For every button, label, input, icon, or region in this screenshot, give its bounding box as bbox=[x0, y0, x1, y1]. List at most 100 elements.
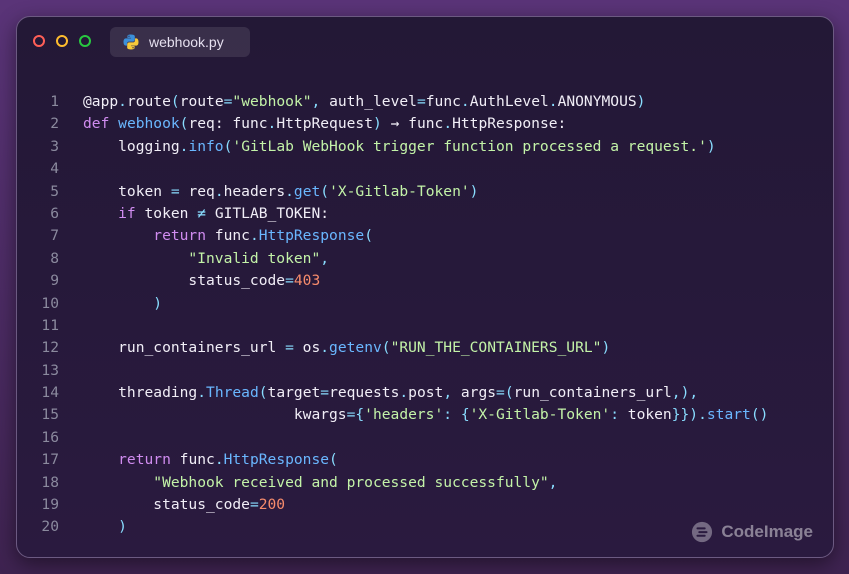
code-token: ( bbox=[320, 182, 330, 200]
code-token: ) bbox=[601, 339, 611, 357]
code-token: func bbox=[425, 93, 461, 110]
code-token: HttpResponse bbox=[223, 451, 330, 469]
maximize-window-button[interactable] bbox=[79, 35, 91, 47]
code-token: . bbox=[249, 227, 259, 245]
line-source: @app.route(route="webhook", auth_level=f… bbox=[59, 91, 645, 113]
code-token: 'X-Gitlab-Token' bbox=[329, 182, 470, 200]
code-token: "RUN_THE_CONTAINERS_URL" bbox=[390, 339, 602, 357]
code-editor[interactable]: 1 @app.route(route="webhook", auth_level=… bbox=[17, 91, 833, 539]
line-number: 20 bbox=[41, 518, 59, 536]
code-token: , bbox=[320, 249, 330, 267]
code-token: ( bbox=[381, 339, 391, 357]
code-token: = bbox=[285, 339, 303, 357]
line-source: "Invalid token", bbox=[59, 248, 329, 270]
code-token: = bbox=[249, 496, 259, 514]
code-line: 9 status_code=403 bbox=[17, 270, 833, 292]
code-token: . bbox=[197, 384, 207, 402]
line-number: 2 bbox=[50, 115, 59, 133]
code-token: def bbox=[83, 115, 119, 133]
code-token: "Webhook received and processed successf… bbox=[83, 473, 549, 491]
code-token: AuthLevel bbox=[469, 93, 549, 110]
code-token: () bbox=[750, 406, 769, 424]
line-number: 11 bbox=[41, 316, 59, 334]
line-number: 19 bbox=[41, 496, 59, 514]
code-token: Thread bbox=[206, 384, 259, 402]
code-token: "Invalid token" bbox=[83, 249, 321, 267]
code-window: webhook.py 1 @app.route(route="webhook", … bbox=[16, 16, 834, 558]
code-token: webhook bbox=[118, 115, 180, 133]
line-number: 12 bbox=[41, 339, 59, 357]
line-number: 5 bbox=[50, 182, 59, 200]
code-line: 14 threading.Thread(target=requests.post… bbox=[17, 382, 833, 404]
line-source: if token ≠ GITLAB_TOKEN: bbox=[59, 203, 329, 225]
line-number: 16 bbox=[41, 428, 59, 446]
code-token: , bbox=[548, 473, 558, 491]
line-source: token = req.headers.get('X-Gitlab-Token'… bbox=[59, 181, 478, 203]
line-number: 8 bbox=[50, 249, 59, 267]
file-tab[interactable]: webhook.py bbox=[110, 27, 250, 57]
code-token: . bbox=[460, 93, 470, 110]
code-token: HttpRequest bbox=[276, 115, 373, 133]
code-line: 6 if token ≠ GITLAB_TOKEN: bbox=[17, 203, 833, 225]
code-token: ) bbox=[373, 115, 382, 133]
code-token: if bbox=[83, 204, 145, 222]
code-token: threading bbox=[83, 384, 198, 402]
line-source: run_containers_url = os.getenv("RUN_THE_… bbox=[59, 337, 610, 359]
code-token: . bbox=[320, 339, 330, 357]
line-number: 7 bbox=[50, 227, 59, 245]
code-token: return bbox=[83, 451, 180, 469]
background: webhook.py 1 @app.route(route="webhook", … bbox=[0, 0, 849, 574]
close-window-button[interactable] bbox=[33, 35, 45, 47]
code-token: requests bbox=[329, 384, 400, 402]
line-source: ) bbox=[59, 293, 162, 315]
code-token: . bbox=[118, 93, 127, 110]
code-line: 19 status_code=200 bbox=[17, 494, 833, 516]
code-line: 5 token = req.headers.get('X-Gitlab-Toke… bbox=[17, 181, 833, 203]
code-token: = bbox=[320, 384, 330, 402]
code-token: func bbox=[214, 227, 250, 245]
code-token: ) bbox=[636, 93, 646, 110]
code-token: . bbox=[443, 115, 453, 133]
code-token: auth_level bbox=[329, 93, 417, 110]
code-token: ( bbox=[364, 227, 373, 245]
code-token: token bbox=[83, 182, 171, 200]
code-token: func bbox=[179, 451, 215, 469]
code-token: = bbox=[416, 93, 426, 110]
code-token: @app bbox=[83, 93, 119, 110]
code-token: token bbox=[627, 406, 672, 424]
code-line: 7 return func.HttpResponse( bbox=[17, 225, 833, 247]
code-token: HttpResponse bbox=[258, 227, 365, 245]
line-number: 1 bbox=[50, 93, 59, 110]
code-token: headers bbox=[223, 182, 286, 200]
code-token: status_code bbox=[83, 272, 286, 290]
code-line: 1 @app.route(route="webhook", auth_level=… bbox=[17, 91, 833, 113]
code-token: token bbox=[144, 204, 198, 222]
minimize-window-button[interactable] bbox=[56, 35, 68, 47]
code-line: 13 bbox=[17, 360, 833, 382]
code-token: logging bbox=[83, 137, 180, 155]
code-token: os bbox=[302, 339, 321, 357]
code-token: req: func bbox=[188, 115, 268, 133]
code-token: ) bbox=[83, 294, 163, 312]
code-token: status_code bbox=[83, 496, 250, 514]
code-token: HttpResponse: bbox=[452, 115, 567, 133]
code-token: ,), bbox=[671, 384, 699, 402]
code-token: post bbox=[408, 384, 444, 402]
line-number: 3 bbox=[50, 137, 59, 155]
code-token: route bbox=[126, 93, 171, 110]
python-icon bbox=[123, 34, 139, 50]
titlebar: webhook.py bbox=[17, 17, 833, 69]
code-token: run_containers_url bbox=[513, 384, 672, 402]
code-token: ) bbox=[83, 518, 127, 536]
code-line: 2 def webhook(req: func.HttpRequest) → fu… bbox=[17, 113, 833, 135]
code-token: "webhook" bbox=[232, 93, 312, 110]
code-token: : bbox=[610, 406, 628, 424]
code-token: start bbox=[706, 406, 751, 424]
code-line: 18 "Webhook received and processed succe… bbox=[17, 472, 833, 494]
code-token: run_containers_url bbox=[83, 339, 286, 357]
code-token: . bbox=[214, 451, 224, 469]
code-line: 16 bbox=[17, 427, 833, 449]
code-token: = bbox=[285, 272, 294, 290]
line-source: def webhook(req: func.HttpRequest) → fun… bbox=[59, 113, 566, 135]
code-token: info bbox=[188, 137, 224, 155]
